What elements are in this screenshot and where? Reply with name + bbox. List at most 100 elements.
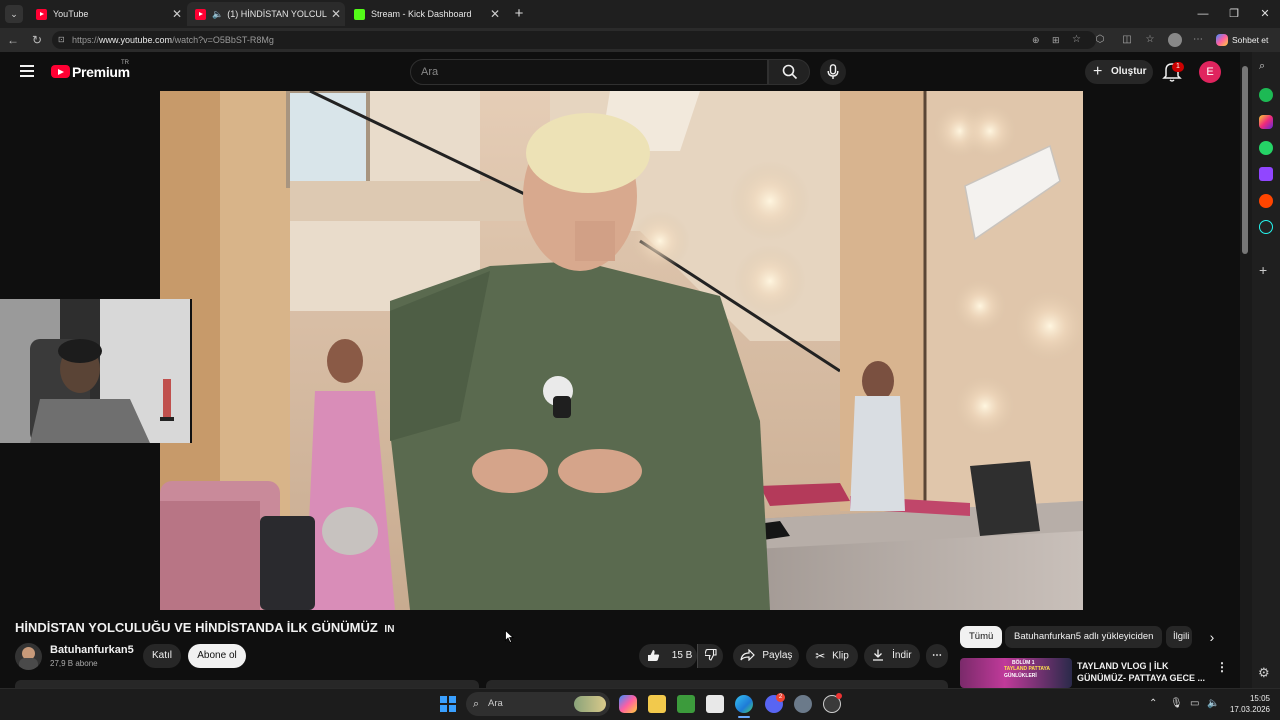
- tab-kick-dashboard[interactable]: Stream - Kick Dashboard ✕: [346, 2, 504, 26]
- account-avatar[interactable]: E: [1199, 61, 1221, 83]
- instagram-icon[interactable]: [1259, 115, 1273, 129]
- thumb-text-2: TAYLAND PATTAYA: [1004, 666, 1051, 672]
- video-frame[interactable]: [160, 91, 1083, 610]
- active-app-indicator: [738, 716, 750, 718]
- copilot-label: Sohbet et: [1232, 35, 1269, 45]
- video-scene-image: [160, 91, 1083, 610]
- join-button[interactable]: Katıl: [143, 644, 181, 668]
- minimize-button[interactable]: —: [1186, 0, 1220, 28]
- channel-subscriber-count: 27,9 B abone: [50, 659, 98, 668]
- share-button[interactable]: Paylaş: [733, 644, 799, 668]
- browser-tab-strip: ⌄ YouTube ✕ 🔈 (1) HİNDİSTAN YOLCULUĞU V …: [0, 0, 1280, 28]
- video-title: HİNDİSTAN YOLCULUĞU VE HİNDİSTANDA İLK G…: [15, 620, 394, 635]
- minecraft-icon[interactable]: [677, 695, 695, 713]
- favorites-icon[interactable]: ☆: [1143, 33, 1157, 47]
- like-button[interactable]: 15 B: [639, 644, 697, 668]
- chip-all[interactable]: Tümü: [960, 626, 1003, 648]
- whatsapp-icon[interactable]: [1259, 141, 1273, 155]
- translate-icon[interactable]: ⊕: [1032, 31, 1040, 49]
- taskbar-clock[interactable]: 15:05 17.03.2026: [1222, 693, 1270, 715]
- subscribe-button[interactable]: Abone ol: [188, 644, 246, 668]
- search-button[interactable]: [768, 59, 810, 85]
- thumbs-up-icon: [648, 649, 660, 661]
- clock-time: 15:05: [1249, 694, 1270, 703]
- channel-name[interactable]: Batuhanfurkan5: [50, 644, 134, 656]
- description-box[interactable]: [15, 680, 479, 688]
- microphone-icon: [827, 64, 839, 79]
- close-tab-icon[interactable]: ✕: [168, 7, 186, 21]
- youtube-favicon-icon: [195, 8, 206, 20]
- windows-start-icon[interactable]: [440, 696, 456, 712]
- more-actions-button[interactable]: ⋯: [926, 644, 948, 668]
- address-bar[interactable]: ⊡ https://www.youtube.com/watch?v=O5BbST…: [52, 31, 1096, 49]
- tab-youtube[interactable]: YouTube ✕: [28, 2, 186, 26]
- profile-icon[interactable]: [1168, 33, 1182, 47]
- download-label: İndir: [892, 650, 912, 661]
- sidebar-add-icon[interactable]: +: [1259, 262, 1267, 278]
- back-button[interactable]: ←: [5, 32, 21, 48]
- tab-youtube-video[interactable]: 🔈 (1) HİNDİSTAN YOLCULUĞU V ✕: [187, 2, 345, 26]
- mouse-cursor-icon: [505, 630, 514, 643]
- logo-region: TR: [121, 60, 129, 66]
- scrollbar-thumb[interactable]: [1242, 66, 1248, 254]
- webcam-overlay: [0, 299, 192, 443]
- twitch-icon[interactable]: [1259, 167, 1273, 181]
- clip-label: Klip: [832, 650, 849, 662]
- spotify-icon[interactable]: [1259, 88, 1273, 102]
- close-tab-icon[interactable]: ✕: [327, 7, 345, 21]
- clip-button[interactable]: ✂ Klip: [806, 644, 858, 668]
- reddit-icon[interactable]: [1259, 194, 1273, 208]
- create-button[interactable]: + Oluştur: [1085, 60, 1153, 84]
- tray-network-icon[interactable]: ▭: [1190, 698, 1199, 709]
- tiktok-icon[interactable]: [1259, 220, 1273, 234]
- tray-overflow-icon[interactable]: ⌃: [1149, 698, 1157, 709]
- recommended-thumbnail[interactable]: BÖLÜM 1 TAYLAND PATTAYA GÜNLÜKLERİ: [960, 658, 1072, 688]
- tab-actions-button[interactable]: ⌄: [5, 5, 23, 23]
- audio-playing-icon[interactable]: 🔈: [212, 9, 223, 20]
- recommended-menu-icon[interactable]: ⋮: [1216, 660, 1228, 674]
- close-tab-icon[interactable]: ✕: [486, 7, 504, 21]
- new-tab-button[interactable]: +: [510, 5, 528, 23]
- comments-box[interactable]: [486, 680, 948, 688]
- like-count: 15 B: [671, 650, 693, 661]
- close-window-button[interactable]: ✕: [1248, 0, 1280, 28]
- tray-volume-icon[interactable]: 🔈: [1207, 698, 1219, 709]
- taskbar-search[interactable]: ⌕ Ara: [466, 692, 610, 716]
- copilot-app-icon[interactable]: [619, 695, 637, 713]
- notification-count-badge: 1: [1172, 62, 1184, 72]
- dislike-button[interactable]: [697, 644, 723, 668]
- site-info-icon[interactable]: ⊡: [58, 31, 65, 49]
- chip-related[interactable]: İlgili: [1166, 626, 1192, 648]
- more-menu-icon[interactable]: ⋯: [1191, 33, 1205, 47]
- recommended-video-title[interactable]: TAYLAND VLOG | İLK GÜNÜMÜZ- PATTAYA GECE…: [1077, 660, 1207, 684]
- kick-favicon-icon: [354, 8, 365, 20]
- copilot-button[interactable]: Sohbet et: [1214, 31, 1268, 49]
- edge-browser-icon[interactable]: [735, 695, 753, 713]
- split-screen-icon[interactable]: ◫: [1120, 33, 1134, 47]
- file-explorer-icon[interactable]: [648, 695, 666, 713]
- tray-microphone-icon[interactable]: 🎙: [1170, 698, 1183, 709]
- apps-icon[interactable]: ⊞: [1052, 31, 1060, 49]
- restore-button[interactable]: ❐: [1217, 0, 1251, 28]
- sidebar-settings-icon[interactable]: ⚙: [1258, 665, 1270, 681]
- chip-from-uploader[interactable]: Batuhanfurkan5 adlı yükleyiciden: [1005, 626, 1163, 648]
- refresh-button[interactable]: ↻: [29, 32, 45, 48]
- channel-avatar[interactable]: [15, 643, 42, 670]
- webcam-image: [0, 299, 190, 443]
- scissors-icon: ✂: [815, 649, 826, 663]
- thumbs-down-icon: [704, 649, 717, 661]
- sidebar-search-icon[interactable]: ⌕: [1259, 60, 1265, 73]
- search-input[interactable]: Ara: [410, 59, 768, 85]
- microsoft-store-icon[interactable]: [706, 695, 724, 713]
- download-button[interactable]: İndir: [864, 644, 920, 668]
- obs-record-badge: [836, 693, 842, 699]
- clock-date: 17.03.2026: [1229, 705, 1270, 714]
- extensions-icon[interactable]: ⬡: [1093, 33, 1107, 47]
- settings-app-icon[interactable]: [794, 695, 812, 713]
- voice-search-button[interactable]: [820, 59, 846, 85]
- youtube-header: Premium TR Ara + Oluştur: [0, 52, 1240, 91]
- thumb-text-3: GÜNLÜKLERİ: [1004, 673, 1037, 679]
- chips-next-button[interactable]: ›: [1200, 626, 1224, 648]
- hamburger-menu-icon[interactable]: [20, 65, 34, 77]
- favorite-star-icon[interactable]: ☆: [1072, 31, 1081, 49]
